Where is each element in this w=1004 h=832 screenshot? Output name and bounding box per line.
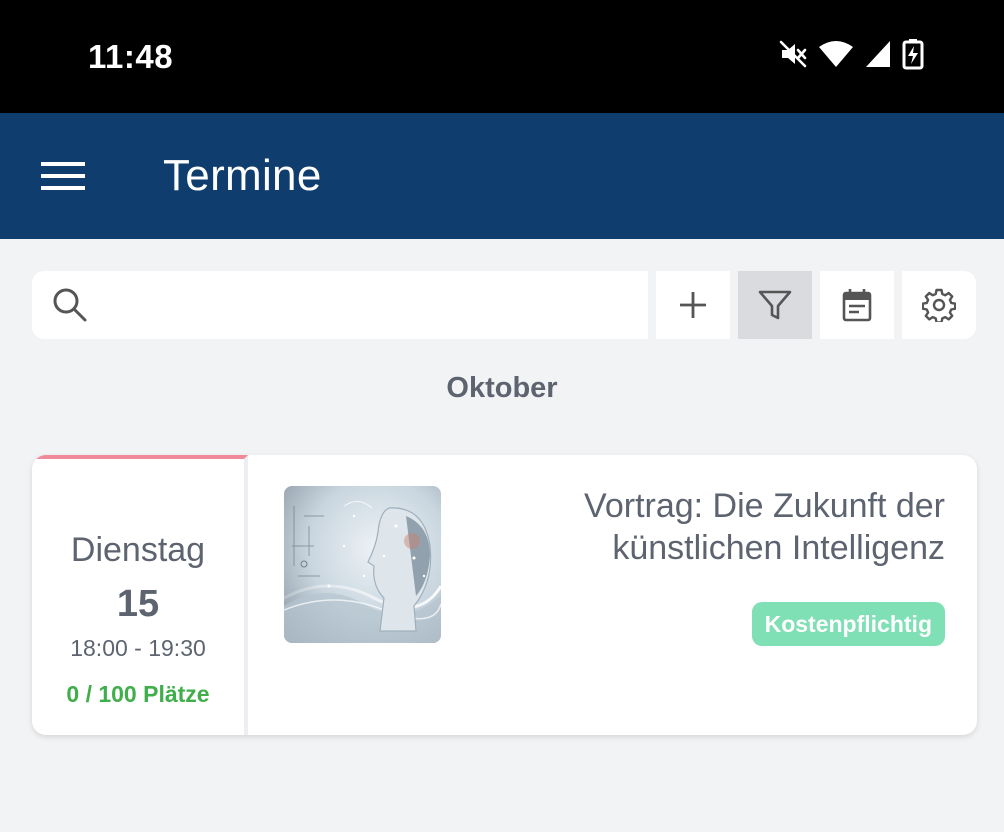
battery-charging-icon [902, 38, 924, 70]
calendar-icon [842, 289, 872, 322]
event-title-line: künstlichen Intelligenz [612, 529, 945, 567]
add-button[interactable] [656, 271, 730, 339]
page-title: Termine [163, 151, 322, 200]
event-title-line: Vortrag: Die Zukunft der [584, 487, 945, 525]
app-bar: Termine [0, 113, 1004, 239]
status-bar: 11:48 [0, 0, 1004, 113]
status-icons [778, 38, 924, 70]
status-badge: Kostenpflichtig [751, 602, 945, 646]
search-icon [52, 287, 88, 328]
add-icon [680, 292, 706, 318]
wifi-icon [818, 39, 854, 69]
menu-button[interactable] [30, 147, 96, 205]
event-card[interactable]: Dienstag 15 18:00 - 19:30 0 / 100 Plätze [32, 455, 977, 735]
event-weekday: Dienstag [70, 531, 206, 569]
settings-button[interactable] [902, 271, 976, 339]
search-box [32, 271, 648, 339]
event-seats: 0 / 100 Plätze [66, 681, 210, 707]
event-time: 18:00 - 19:30 [70, 635, 206, 661]
search-input[interactable] [110, 281, 630, 329]
gear-icon [922, 288, 956, 322]
event-title: Vortrag: Die Zukunft der künstlichen Int… [425, 485, 945, 569]
hamburger-icon [41, 162, 85, 190]
event-thumbnail [284, 486, 441, 643]
signal-icon [864, 39, 892, 69]
mute-icon [778, 39, 808, 69]
calendar-button[interactable] [820, 271, 894, 339]
status-time: 11:48 [88, 38, 174, 75]
event-day: 15 [116, 583, 160, 625]
month-header: Oktober [446, 372, 558, 404]
event-date-column: Dienstag 15 18:00 - 19:30 0 / 100 Plätze [32, 455, 248, 735]
filter-icon [758, 290, 792, 320]
filter-button[interactable] [738, 271, 812, 339]
toolbar [32, 271, 977, 339]
